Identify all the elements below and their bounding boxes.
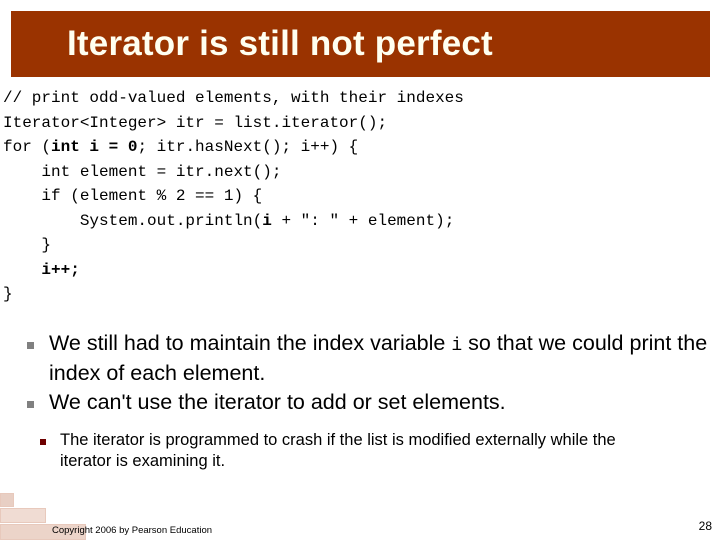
list-item: We can't use the iterator to add or set …	[0, 389, 720, 416]
code-line: System.out.println(i + ": " + element);	[3, 209, 717, 234]
code-token: System.out.println(	[3, 211, 263, 230]
code-line: i++;	[3, 258, 717, 283]
code-token: int element = itr.next();	[3, 162, 282, 181]
list-item: We still had to maintain the index varia…	[0, 330, 720, 387]
sub-list-item-label: The iterator is programmed to crash if t…	[60, 431, 616, 470]
list-item-label: We still had to maintain the index varia…	[49, 330, 720, 387]
code-line: for (int i = 0; itr.hasNext(); i++) {	[3, 135, 717, 160]
inline-code-token: i	[451, 336, 463, 356]
bullet-list: We still had to maintain the index varia…	[0, 330, 720, 418]
code-token-emphasized: i++;	[41, 260, 80, 279]
list-item-label: We can't use the iterator to add or set …	[49, 389, 720, 416]
code-token: // print odd-valued elements, with their…	[3, 89, 464, 107]
code-token: ; itr.hasNext(); i++) {	[137, 138, 359, 156]
sub-list-item: The iterator is programmed to crash if t…	[0, 430, 720, 472]
code-token-emphasized: int i = 0	[51, 138, 138, 156]
code-token: Iterator<Integer> itr = list.iterator();	[3, 113, 388, 132]
code-token: if (element % 2 == 1) {	[3, 187, 263, 205]
code-token: }	[3, 236, 52, 254]
bullet-text-run: We can't use the iterator to add or set …	[49, 390, 506, 414]
copyright-notice: Copyright 2006 by Pearson Education	[52, 525, 213, 536]
code-line: Iterator<Integer> itr = list.iterator();	[3, 111, 717, 136]
code-block: // print odd-valued elements, with their…	[3, 86, 717, 307]
code-token-emphasized: i	[262, 211, 272, 230]
square-sub-bullet-icon	[40, 439, 46, 445]
code-line: }	[3, 233, 717, 258]
page-number: 28	[698, 519, 712, 533]
page-title: Iterator is still not perfect	[67, 24, 493, 63]
code-line: int element = itr.next();	[3, 160, 717, 185]
sub-bullet-list: The iterator is programmed to crash if t…	[0, 430, 720, 472]
code-token: }	[3, 285, 13, 303]
code-line: if (element % 2 == 1) {	[3, 184, 717, 209]
bullet-text-run: We still had to maintain the index varia…	[49, 331, 452, 355]
code-line: // print odd-valued elements, with their…	[3, 86, 717, 111]
code-line: }	[3, 282, 717, 307]
square-bullet-icon	[27, 342, 34, 349]
code-token: for (	[3, 138, 52, 156]
code-token: + ": " + element);	[271, 211, 455, 230]
stair-block-middle	[0, 508, 46, 523]
square-bullet-icon	[27, 401, 34, 408]
slide-title-banner: Iterator is still not perfect	[11, 11, 710, 77]
stair-block-top	[0, 493, 14, 507]
